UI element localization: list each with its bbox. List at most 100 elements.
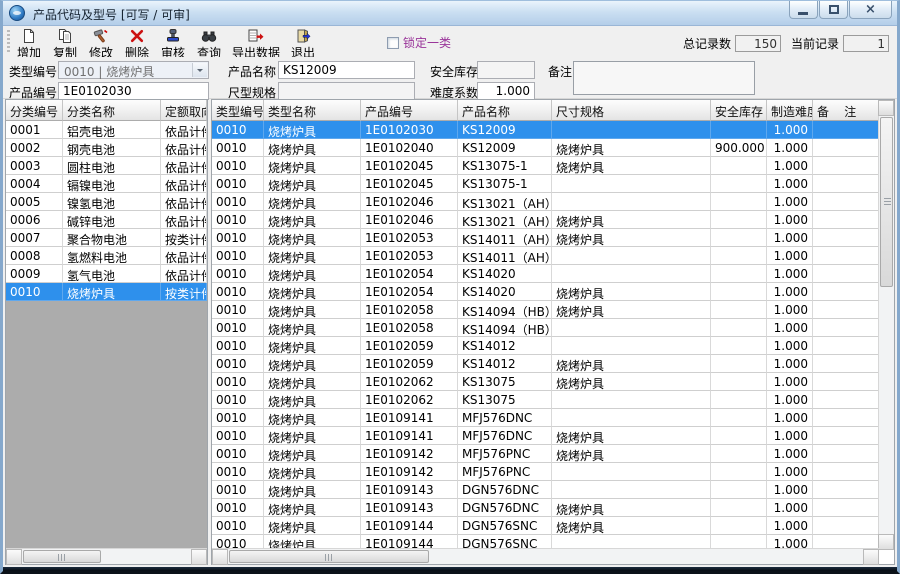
table-row[interactable]: 0010烧烤炉具1E0109142MFJ576PNC1.000: [212, 463, 894, 481]
table-cell: 1E0102059: [361, 355, 458, 373]
table-row[interactable]: 0008氢燃料电池依品计件: [6, 247, 207, 265]
table-row[interactable]: 0010烧烤炉具1E0102058KS14094（HB）1.000: [212, 319, 894, 337]
product-name-field[interactable]: [278, 61, 415, 79]
column-header[interactable]: 尺寸规格: [552, 100, 711, 121]
table-cell: 依品计件: [161, 247, 207, 265]
add-button[interactable]: 增加: [13, 27, 45, 61]
scroll-left-icon: [216, 554, 222, 560]
table-row[interactable]: 0005镍氢电池依品计件: [6, 193, 207, 211]
table-cell: 铝壳电池: [63, 121, 161, 139]
close-button[interactable]: ×: [849, 1, 892, 19]
scrollbar-thumb[interactable]: [229, 550, 429, 563]
safety-stock-field[interactable]: [477, 61, 535, 79]
table-cell: [813, 427, 879, 445]
table-row[interactable]: 0010烧烤炉具1E0102053KS14011（AH）烧烤炉具1.000: [212, 229, 894, 247]
table-row[interactable]: 0003圆柱电池依品计件: [6, 157, 207, 175]
table-cell: [813, 481, 879, 499]
table-row[interactable]: 0010烧烤炉具1E0102062KS130751.000: [212, 391, 894, 409]
table-row[interactable]: 0010烧烤炉具1E0102059KS140121.000: [212, 337, 894, 355]
table-row[interactable]: 0010烧烤炉具1E0102054KS140201.000: [212, 265, 894, 283]
table-cell: 0010: [212, 301, 264, 319]
copy-button[interactable]: 复制: [49, 27, 81, 61]
table-row[interactable]: 0010烧烤炉具1E0109143DGN576DNC1.000: [212, 481, 894, 499]
table-row[interactable]: 0010烧烤炉具1E0109141MFJ576DNC1.000: [212, 409, 894, 427]
query-button[interactable]: 查询: [193, 27, 225, 61]
table-row[interactable]: 0010烧烤炉具1E0102046KS13021（AH）1.000: [212, 193, 894, 211]
column-header[interactable]: 安全库存: [711, 100, 767, 121]
table-row[interactable]: 0009氢气电池依品计件: [6, 265, 207, 283]
table-row[interactable]: 0010烧烤炉具1E0102062KS13075烧烤炉具1.000: [212, 373, 894, 391]
size-spec-field[interactable]: [278, 82, 415, 100]
table-row[interactable]: 0010烧烤炉具1E0102053KS14011（AH）1.000: [212, 247, 894, 265]
scrollbar-thumb[interactable]: [23, 550, 101, 563]
table-row[interactable]: 0010烧烤炉具1E0102045KS13075-1烧烤炉具1.000: [212, 157, 894, 175]
delete-button[interactable]: 删除: [121, 27, 153, 61]
table-cell: 1.000: [767, 481, 813, 499]
table-cell: 1.000: [767, 427, 813, 445]
audit-button[interactable]: 审核: [157, 27, 189, 61]
difficulty-field[interactable]: [477, 82, 535, 100]
column-header[interactable]: 类型名称: [264, 100, 361, 121]
table-row[interactable]: 0004镉镍电池依品计件: [6, 175, 207, 193]
column-header[interactable]: 产品编号: [361, 100, 458, 121]
table-cell: 烧烤炉具: [552, 157, 711, 175]
table-cell: [711, 373, 767, 391]
column-header[interactable]: 备 注: [813, 100, 879, 121]
toolbar-grip[interactable]: [7, 30, 10, 53]
column-header[interactable]: 类型编号: [212, 100, 264, 121]
scrollbar-thumb[interactable]: [880, 117, 893, 287]
column-header[interactable]: 产品名称: [458, 100, 552, 121]
minimize-button[interactable]: [789, 1, 818, 19]
table-row[interactable]: 0010烧烤炉具1E0102046KS13021（AH）烧烤炉具1.000: [212, 211, 894, 229]
table-row[interactable]: 0010烧烤炉具1E0102054KS14020烧烤炉具1.000: [212, 283, 894, 301]
table-row[interactable]: 0010烧烤炉具按类计件: [6, 283, 207, 301]
table-row[interactable]: 0010烧烤炉具1E0102040KS12009烧烤炉具900.0001.000: [212, 139, 894, 157]
exit-button[interactable]: 退出: [287, 27, 319, 61]
titlebar[interactable]: 产品代码及型号 [可写 / 可审] ×: [3, 1, 897, 26]
table-cell: MFJ576PNC: [458, 463, 552, 481]
table-cell: 1E0102054: [361, 283, 458, 301]
table-row[interactable]: 0006碱锌电池依品计件: [6, 211, 207, 229]
table-cell: 烧烤炉具: [264, 517, 361, 535]
table-cell: [711, 247, 767, 265]
table-cell: 0010: [212, 355, 264, 373]
table-row[interactable]: 0010烧烤炉具1E0102030KS120091.000: [212, 121, 894, 139]
modify-button[interactable]: 修改: [85, 27, 117, 61]
table-cell: 0010: [212, 499, 264, 517]
product-v-scrollbar[interactable]: [878, 100, 894, 550]
table-cell: 0005: [6, 193, 63, 211]
product-h-scrollbar[interactable]: [212, 548, 879, 564]
table-cell: 1.000: [767, 319, 813, 337]
table-cell: DGN576DNC: [458, 481, 552, 499]
table-row[interactable]: 0002钢壳电池依品计件: [6, 139, 207, 157]
category-h-scrollbar[interactable]: [6, 548, 207, 564]
table-cell: 烧烤炉具: [264, 157, 361, 175]
table-row[interactable]: 0010烧烤炉具1E0109142MFJ576PNC烧烤炉具1.000: [212, 445, 894, 463]
export-button[interactable]: 导出数据: [229, 27, 283, 61]
column-header[interactable]: 分类名称: [63, 100, 161, 121]
table-row[interactable]: 0010烧烤炉具1E0109143DGN576DNC烧烤炉具1.000: [212, 499, 894, 517]
maximize-button[interactable]: [819, 1, 848, 19]
column-header[interactable]: 制造难度: [767, 100, 813, 121]
product-no-field[interactable]: [58, 82, 209, 100]
table-row[interactable]: 0001铝壳电池依品计件: [6, 121, 207, 139]
table-cell: KS13075: [458, 373, 552, 391]
column-header[interactable]: 定额取向: [161, 100, 207, 121]
table-row[interactable]: 0010烧烤炉具1E0109144DGN576SNC烧烤炉具1.000: [212, 517, 894, 535]
table-cell: 1E0102040: [361, 139, 458, 157]
binoculars-icon: [201, 28, 217, 44]
remark-field[interactable]: [573, 61, 755, 95]
table-cell: [711, 409, 767, 427]
table-row[interactable]: 0010烧烤炉具1E0102045KS13075-11.000: [212, 175, 894, 193]
table-row[interactable]: 0010烧烤炉具1E0102058KS14094（HB）烧烤炉具1.000: [212, 301, 894, 319]
table-cell: 1.000: [767, 121, 813, 139]
table-cell: 1E0102046: [361, 211, 458, 229]
table-cell: [813, 157, 879, 175]
table-row[interactable]: 0007聚合物电池按类计件: [6, 229, 207, 247]
table-row[interactable]: 0010烧烤炉具1E0102059KS14012烧烤炉具1.000: [212, 355, 894, 373]
type-no-combobox[interactable]: 0010 | 烧烤炉具: [58, 61, 209, 79]
column-header[interactable]: 分类编号: [6, 100, 63, 121]
lock-category-checkbox[interactable]: 锁定一类: [387, 34, 451, 51]
table-row[interactable]: 0010烧烤炉具1E0109141MFJ576DNC烧烤炉具1.000: [212, 427, 894, 445]
table-cell: 0007: [6, 229, 63, 247]
